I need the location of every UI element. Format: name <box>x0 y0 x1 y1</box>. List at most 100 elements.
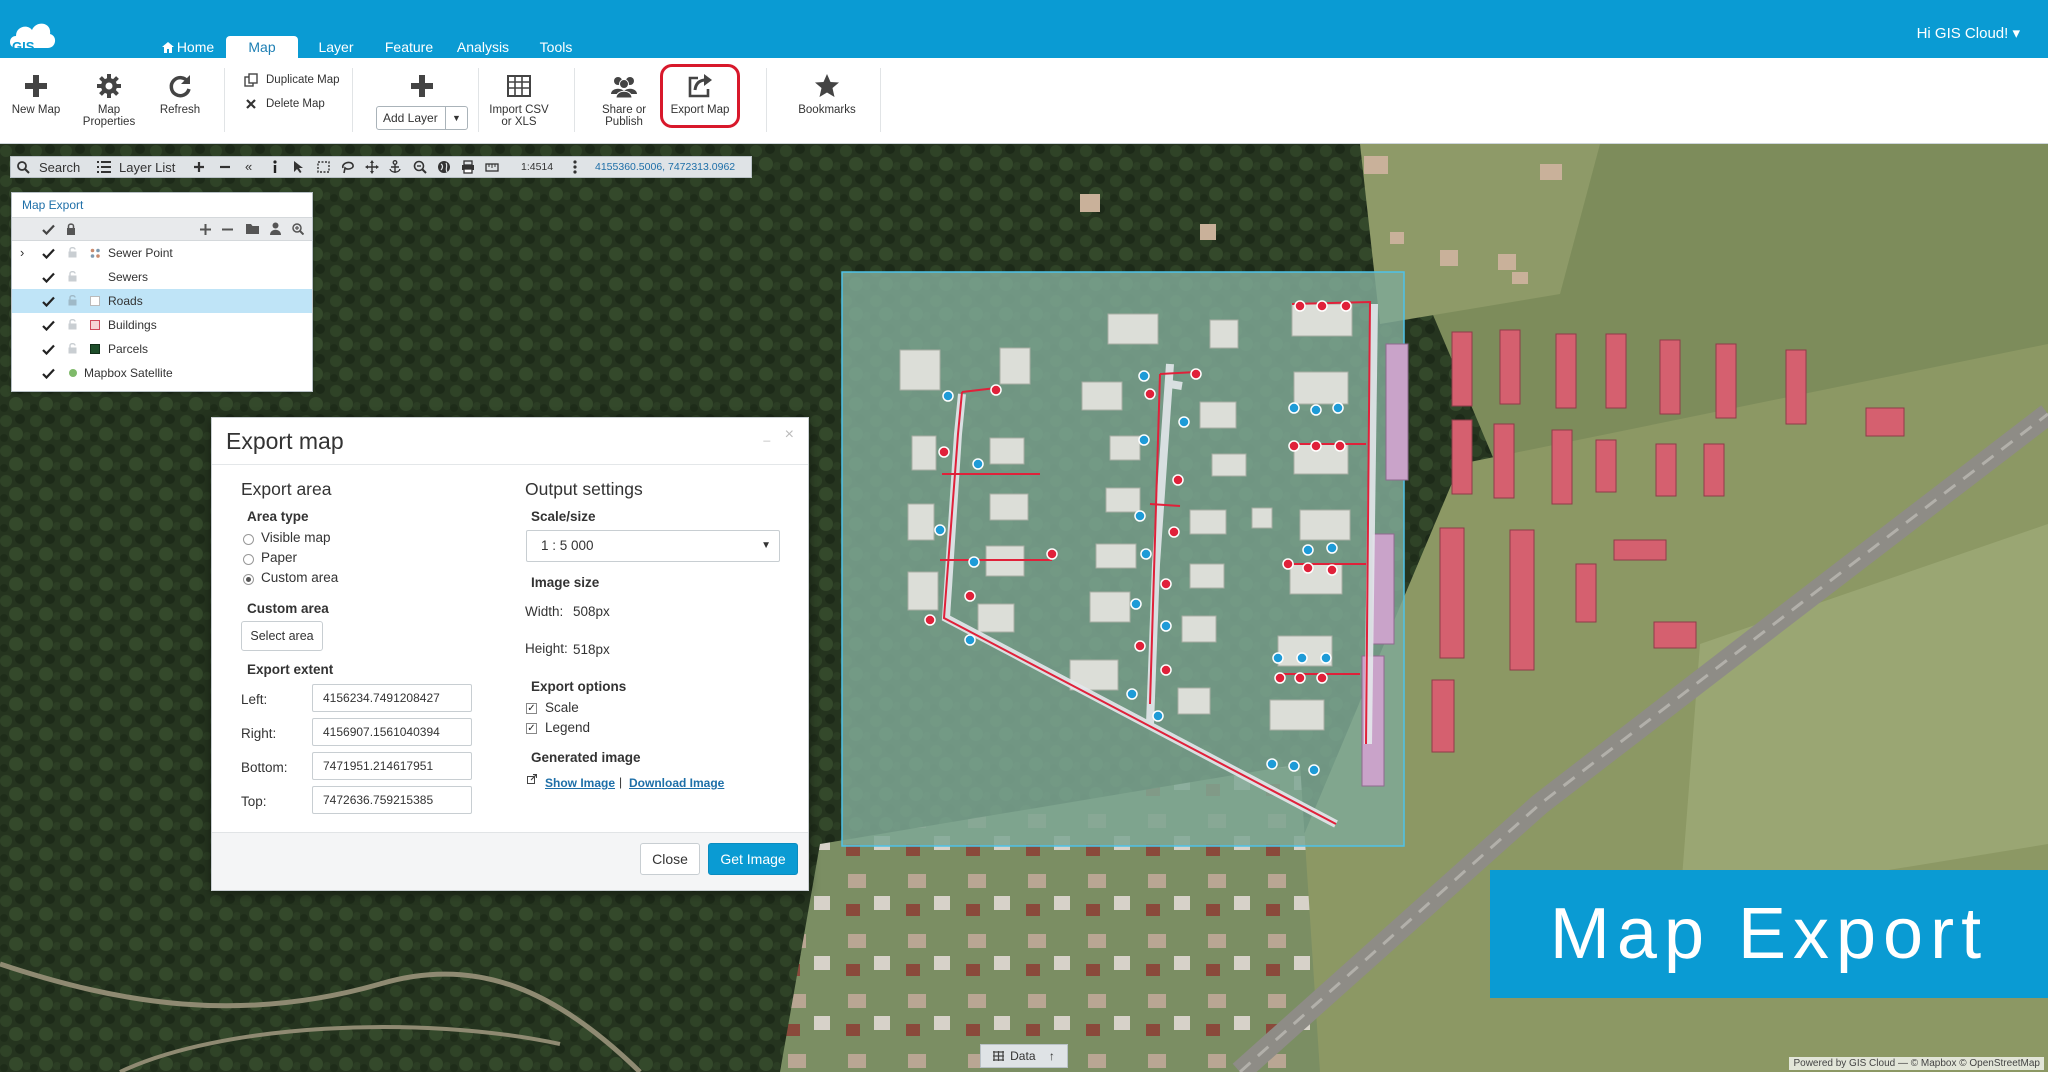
tab-home-label: Home <box>176 39 215 55</box>
right-extent-input[interactable]: 4156907.1561040394 <box>312 718 472 746</box>
share-publish-button[interactable]: Share or Publish <box>590 58 658 144</box>
new-map-button[interactable]: New Map <box>6 58 66 144</box>
globe-icon[interactable] <box>437 160 451 174</box>
download-image-link[interactable]: Download Image <box>629 776 724 790</box>
bookmarks-button[interactable]: Bookmarks <box>790 58 864 144</box>
select-box-icon[interactable] <box>317 161 330 173</box>
pan-icon[interactable] <box>365 160 379 174</box>
top-extent-input[interactable]: 7472636.759215385 <box>312 786 472 814</box>
tab-map[interactable]: Map <box>226 36 298 58</box>
data-panel-tab[interactable]: Data ↑ <box>980 1044 1068 1068</box>
layer-row-sewers[interactable]: Sewers <box>12 265 312 289</box>
lock-icon[interactable] <box>66 223 76 235</box>
radio-custom-area[interactable] <box>243 574 254 585</box>
layer-row-mapbox-satellite[interactable]: Mapbox Satellite <box>12 361 312 385</box>
visibility-check-icon[interactable] <box>42 320 55 331</box>
scale-select[interactable]: 1 : 5 000 ▼ <box>526 530 780 562</box>
get-image-button[interactable]: Get Image <box>708 843 798 875</box>
visibility-check-icon[interactable] <box>42 248 55 259</box>
print-icon[interactable] <box>461 160 475 174</box>
double-chevron-left-icon[interactable]: « <box>245 159 252 174</box>
tab-layer[interactable]: Layer <box>310 36 362 58</box>
close-button[interactable]: Close <box>640 843 700 875</box>
unlock-icon[interactable] <box>68 295 77 306</box>
add-layer-plus-icon[interactable] <box>408 72 436 100</box>
gis-cloud-logo-icon[interactable]: GIS <box>8 18 56 52</box>
add-layer-icon[interactable] <box>200 224 211 235</box>
minimize-icon[interactable]: _ <box>764 428 771 442</box>
export-extent-label: Export extent <box>247 662 334 677</box>
layer-list-label[interactable]: Layer List <box>119 160 175 175</box>
list-icon[interactable] <box>97 161 111 173</box>
select-area-button[interactable]: Select area <box>241 621 323 651</box>
layer-panel-toolbar <box>12 217 312 241</box>
show-image-link[interactable]: Show Image <box>545 776 615 790</box>
layer-row-buildings[interactable]: Buildings <box>12 313 312 337</box>
check-all-icon[interactable] <box>42 224 55 235</box>
visibility-check-icon[interactable] <box>42 344 55 355</box>
anchor-icon[interactable] <box>389 160 401 174</box>
scale-readout: 1:4514 <box>521 161 554 173</box>
chevron-down-icon[interactable]: ▼ <box>445 107 467 129</box>
copy-icon <box>244 73 258 87</box>
radio-custom-area-label[interactable]: Custom area <box>261 570 338 585</box>
visibility-check-icon[interactable] <box>42 272 55 283</box>
info-icon[interactable] <box>271 160 279 174</box>
delete-map-button[interactable]: Delete Map <box>244 96 325 112</box>
search-label[interactable]: Search <box>39 160 80 175</box>
unlock-icon[interactable] <box>68 271 77 282</box>
share-label-line1: Share or <box>601 104 647 116</box>
radio-visible-map-label[interactable]: Visible map <box>261 530 331 545</box>
legend-checkbox-label[interactable]: Legend <box>545 720 590 735</box>
import-csv-button[interactable]: Import CSV or XLS <box>484 58 554 144</box>
tab-tools[interactable]: Tools <box>528 36 584 58</box>
pointer-icon[interactable] <box>293 160 305 174</box>
folder-icon[interactable] <box>246 223 259 234</box>
legend-checkbox[interactable]: ✓ <box>526 723 537 734</box>
radio-paper-label[interactable]: Paper <box>261 550 297 565</box>
visibility-check-icon[interactable] <box>42 368 55 379</box>
close-icon[interactable]: × <box>785 426 794 443</box>
tab-analysis[interactable]: Analysis <box>452 36 514 58</box>
map-properties-button[interactable]: Map Properties <box>74 58 144 144</box>
tab-feature[interactable]: Feature <box>380 36 438 58</box>
scale-checkbox-label[interactable]: Scale <box>545 700 579 715</box>
scale-checkbox[interactable]: ✓ <box>526 703 537 714</box>
zoom-to-layer-icon[interactable] <box>292 223 304 235</box>
add-layer-dropdown[interactable]: Add Layer ▼ <box>376 106 468 130</box>
ribbon-toolbar: New Map Map Properties Refresh Duplicate… <box>0 58 2048 144</box>
tab-home[interactable]: Home <box>160 36 216 58</box>
remove-layer-icon[interactable] <box>222 224 233 235</box>
unlock-icon[interactable] <box>68 247 77 258</box>
refresh-button[interactable]: Refresh <box>152 58 208 144</box>
lasso-icon[interactable] <box>341 160 355 174</box>
left-extent-input[interactable]: 4156234.7491208427 <box>312 684 472 712</box>
search-icon[interactable] <box>17 161 30 174</box>
new-map-label: New Map <box>11 104 61 116</box>
layer-row-parcels[interactable]: Parcels <box>12 337 312 361</box>
layer-row-sewer-point[interactable]: › Sewer Point <box>12 241 312 265</box>
left-label: Left: <box>241 692 268 707</box>
unlock-icon[interactable] <box>68 343 77 354</box>
visibility-check-icon[interactable] <box>42 296 55 307</box>
user-menu[interactable]: Hi GIS Cloud! ▾ <box>1917 24 2020 42</box>
layer-name: Buildings <box>108 318 157 332</box>
user-icon[interactable] <box>270 222 281 235</box>
height-label: Height: <box>525 641 568 656</box>
zoom-in-icon[interactable] <box>193 161 205 173</box>
unlock-icon[interactable] <box>68 319 77 330</box>
bottom-extent-input[interactable]: 7471951.214617951 <box>312 752 472 780</box>
refresh-icon <box>169 75 191 98</box>
radio-paper[interactable] <box>243 554 254 565</box>
more-vertical-icon[interactable] <box>573 160 577 174</box>
layer-row-roads[interactable]: Roads <box>12 289 312 313</box>
ruler-icon[interactable] <box>485 161 499 173</box>
magnify-icon[interactable] <box>413 160 427 174</box>
duplicate-map-button[interactable]: Duplicate Map <box>244 72 340 88</box>
layer-name: Sewer Point <box>108 246 173 260</box>
chevron-right-icon[interactable]: › <box>20 241 24 265</box>
top-navigation-bar: GIS Home Map Layer Feature Analysis Tool… <box>0 0 2048 58</box>
scale-size-label: Scale/size <box>531 509 596 524</box>
zoom-out-icon[interactable] <box>219 161 231 173</box>
radio-visible-map[interactable] <box>243 534 254 545</box>
